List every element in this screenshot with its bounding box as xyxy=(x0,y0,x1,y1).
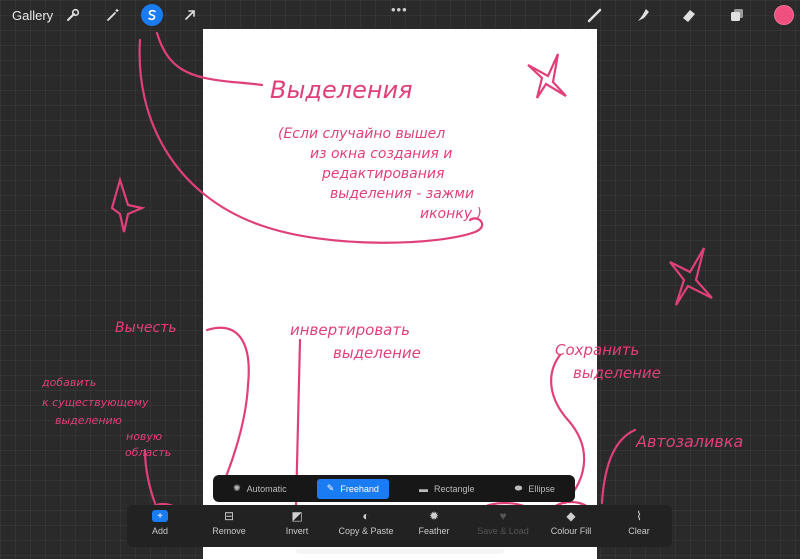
heart-icon: ♥ xyxy=(499,509,507,523)
mode-ellipse-label: Ellipse xyxy=(528,483,555,494)
rectangle-icon: ▬ xyxy=(419,483,428,494)
ellipse-icon: ⬬ xyxy=(514,483,523,493)
mode-automatic[interactable]: ✺ Automatic xyxy=(223,479,297,499)
annotation-autofill-label: Автозаливка xyxy=(635,432,743,451)
remove-label: Remove xyxy=(212,526,246,536)
automatic-icon: ✺ xyxy=(233,483,241,493)
selection-icon[interactable] xyxy=(141,4,163,26)
add-icon: + xyxy=(152,510,168,522)
copy-paste-icon: ◐ xyxy=(362,509,370,523)
annotation-line-add xyxy=(143,448,157,505)
save-load-button[interactable]: ♥ Save & Load xyxy=(468,509,538,536)
copy-paste-label: Copy & Paste xyxy=(338,526,394,536)
invert-button[interactable]: ◩ Invert xyxy=(262,509,332,536)
wrench-icon[interactable] xyxy=(62,4,84,26)
feather-label: Feather xyxy=(418,526,450,536)
more-options-icon[interactable]: ••• xyxy=(391,2,408,17)
feather-button[interactable]: ✹ Feather xyxy=(399,509,469,536)
mode-freehand-label: Freehand xyxy=(340,483,379,494)
selection-action-bar: + Add ⊟ Remove ◩ Invert ◐ Copy & Paste ✹… xyxy=(127,505,672,547)
annotation-star-2 xyxy=(110,176,146,233)
annotation-add-line-4: новую xyxy=(126,430,162,443)
annotation-add-line-5: область xyxy=(125,446,171,459)
annotation-add-line-3: выделению xyxy=(55,414,122,427)
clear-button[interactable]: ⌇ Clear xyxy=(604,509,674,536)
selection-mode-bar: ✺ Automatic ✎ Freehand ▬ Rectangle ⬬ Ell… xyxy=(213,475,575,502)
annotation-add-line-2: к существующему xyxy=(42,396,149,409)
add-label: Add xyxy=(151,526,168,536)
brush-icon[interactable] xyxy=(584,4,606,26)
gallery-button[interactable]: Gallery xyxy=(12,8,53,23)
mode-automatic-label: Automatic xyxy=(246,483,287,494)
eraser-icon[interactable] xyxy=(678,4,700,26)
freehand-icon: ✎ xyxy=(326,483,335,493)
colour-fill-button[interactable]: ◆ Colour Fill xyxy=(536,509,606,536)
smudge-icon[interactable] xyxy=(632,4,654,26)
remove-icon: ⊟ xyxy=(223,509,235,523)
transform-arrow-icon[interactable] xyxy=(179,4,201,26)
paint-bucket-icon: ◆ xyxy=(566,509,576,523)
annotation-star-3 xyxy=(669,247,713,306)
magic-wand-icon[interactable] xyxy=(102,4,124,26)
colour-fill-label: Colour Fill xyxy=(550,526,592,536)
save-load-label: Save & Load xyxy=(477,526,529,536)
clear-label: Clear xyxy=(628,526,650,536)
mode-rectangle[interactable]: ▬ Rectangle xyxy=(409,479,485,499)
broom-icon: ⌇ xyxy=(636,509,642,523)
annotation-add-line-1: добавить xyxy=(41,376,96,389)
mode-rectangle-label: Rectangle xyxy=(434,483,475,494)
mode-freehand[interactable]: ✎ Freehand xyxy=(316,478,389,499)
invert-label: Invert xyxy=(285,526,309,536)
top-toolbar: Gallery ••• xyxy=(0,0,800,30)
annotation-eraser-label: Вычесть xyxy=(115,320,177,336)
remove-button[interactable]: ⊟ Remove xyxy=(194,509,264,536)
feather-icon: ✹ xyxy=(428,509,440,523)
annotation-line-autofill xyxy=(600,428,637,505)
layers-icon[interactable] xyxy=(726,4,748,26)
home-indicator[interactable] xyxy=(296,549,504,554)
copy-paste-button[interactable]: ◐ Copy & Paste xyxy=(331,509,401,536)
color-picker-button[interactable] xyxy=(774,5,794,25)
add-button[interactable]: + Add xyxy=(125,510,195,536)
mode-ellipse[interactable]: ⬬ Ellipse xyxy=(505,479,565,499)
invert-icon: ◩ xyxy=(291,509,303,523)
